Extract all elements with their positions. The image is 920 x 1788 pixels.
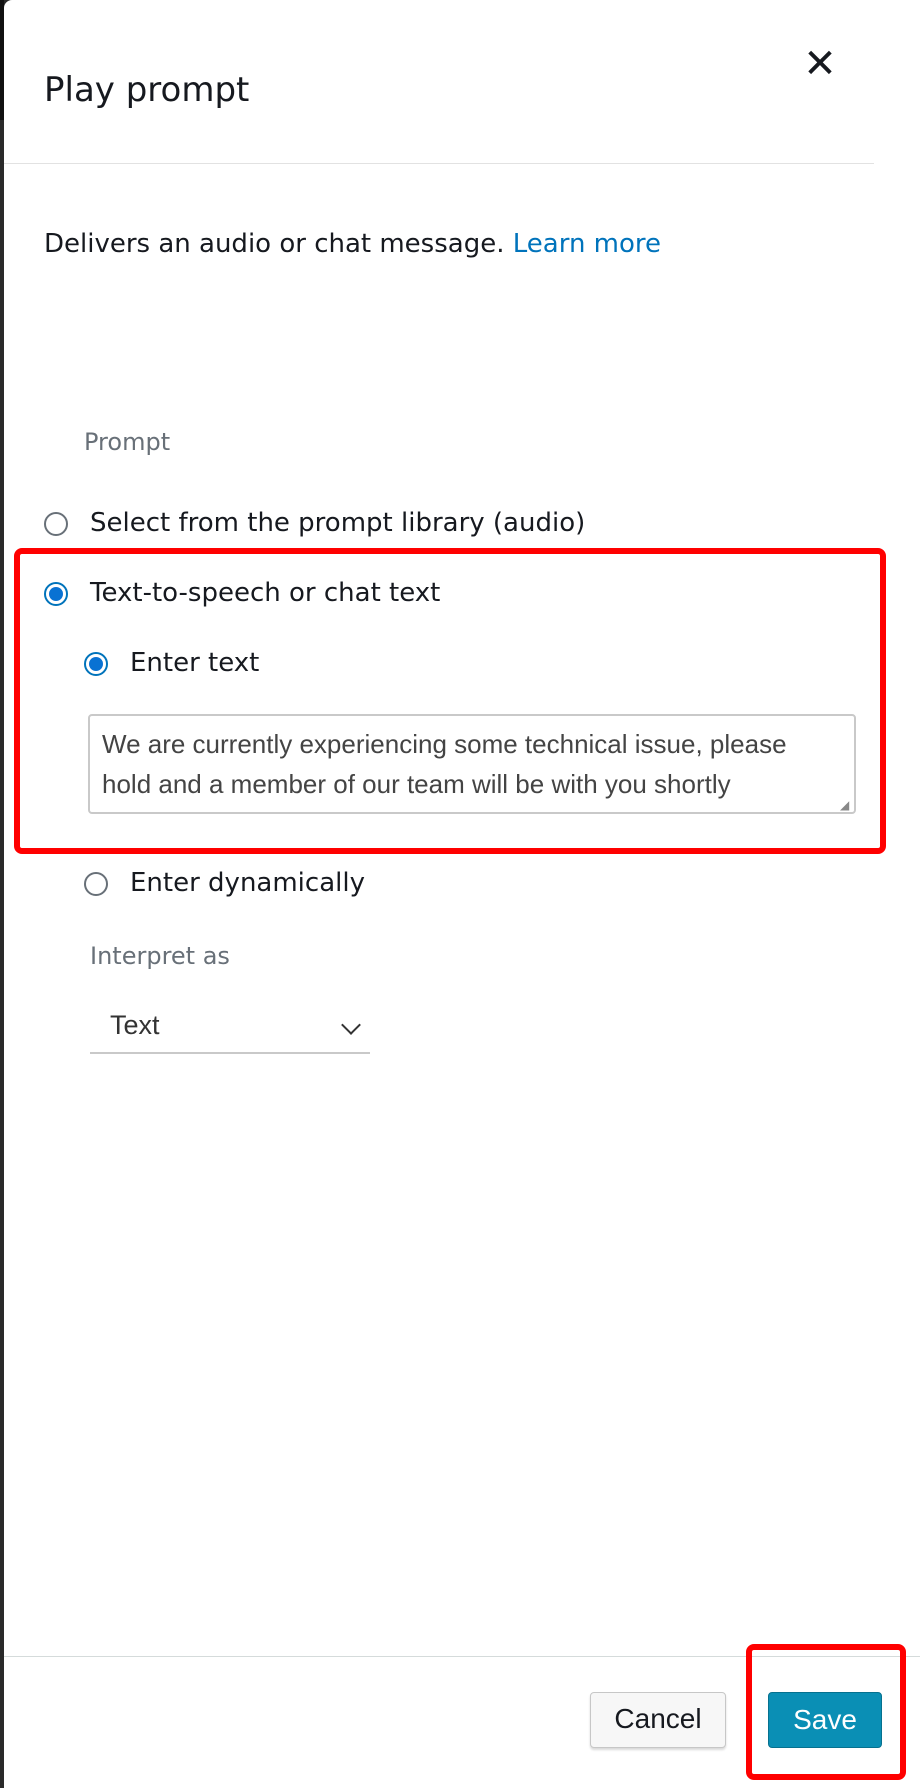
radio-enter-text[interactable] xyxy=(84,652,108,676)
radio-text-to-speech[interactable] xyxy=(44,582,68,606)
option-label-enter-dynamically[interactable]: Enter dynamically xyxy=(130,866,365,900)
radio-prompt-library[interactable] xyxy=(44,512,68,536)
option-label-enter-text[interactable]: Enter text xyxy=(130,646,259,680)
cancel-button[interactable]: Cancel xyxy=(590,1692,726,1748)
description: Delivers an audio or chat message. Learn… xyxy=(44,226,661,262)
resize-grip-icon[interactable]: ◢ xyxy=(840,798,852,812)
panel-header: Play prompt ✕ xyxy=(4,0,874,164)
description-text: Delivers an audio or chat message. xyxy=(44,229,505,259)
interpret-as-label: Interpret as xyxy=(90,942,230,970)
footer-divider xyxy=(4,1656,920,1657)
interpret-as-select[interactable]: Text xyxy=(90,1004,370,1054)
learn-more-link[interactable]: Learn more xyxy=(513,229,661,259)
close-icon[interactable]: ✕ xyxy=(800,44,840,84)
chevron-down-icon xyxy=(341,1015,361,1035)
play-prompt-panel: Play prompt ✕ Delivers an audio or chat … xyxy=(4,0,920,1788)
prompt-text-input[interactable] xyxy=(88,714,856,814)
option-label-prompt-library[interactable]: Select from the prompt library (audio) xyxy=(90,506,585,540)
radio-enter-dynamically[interactable] xyxy=(84,872,108,896)
option-label-text-to-speech[interactable]: Text-to-speech or chat text xyxy=(90,576,440,610)
save-button[interactable]: Save xyxy=(768,1692,882,1748)
interpret-as-value: Text xyxy=(110,1010,160,1040)
prompt-section-label: Prompt xyxy=(84,428,171,456)
page-title: Play prompt xyxy=(44,70,250,110)
